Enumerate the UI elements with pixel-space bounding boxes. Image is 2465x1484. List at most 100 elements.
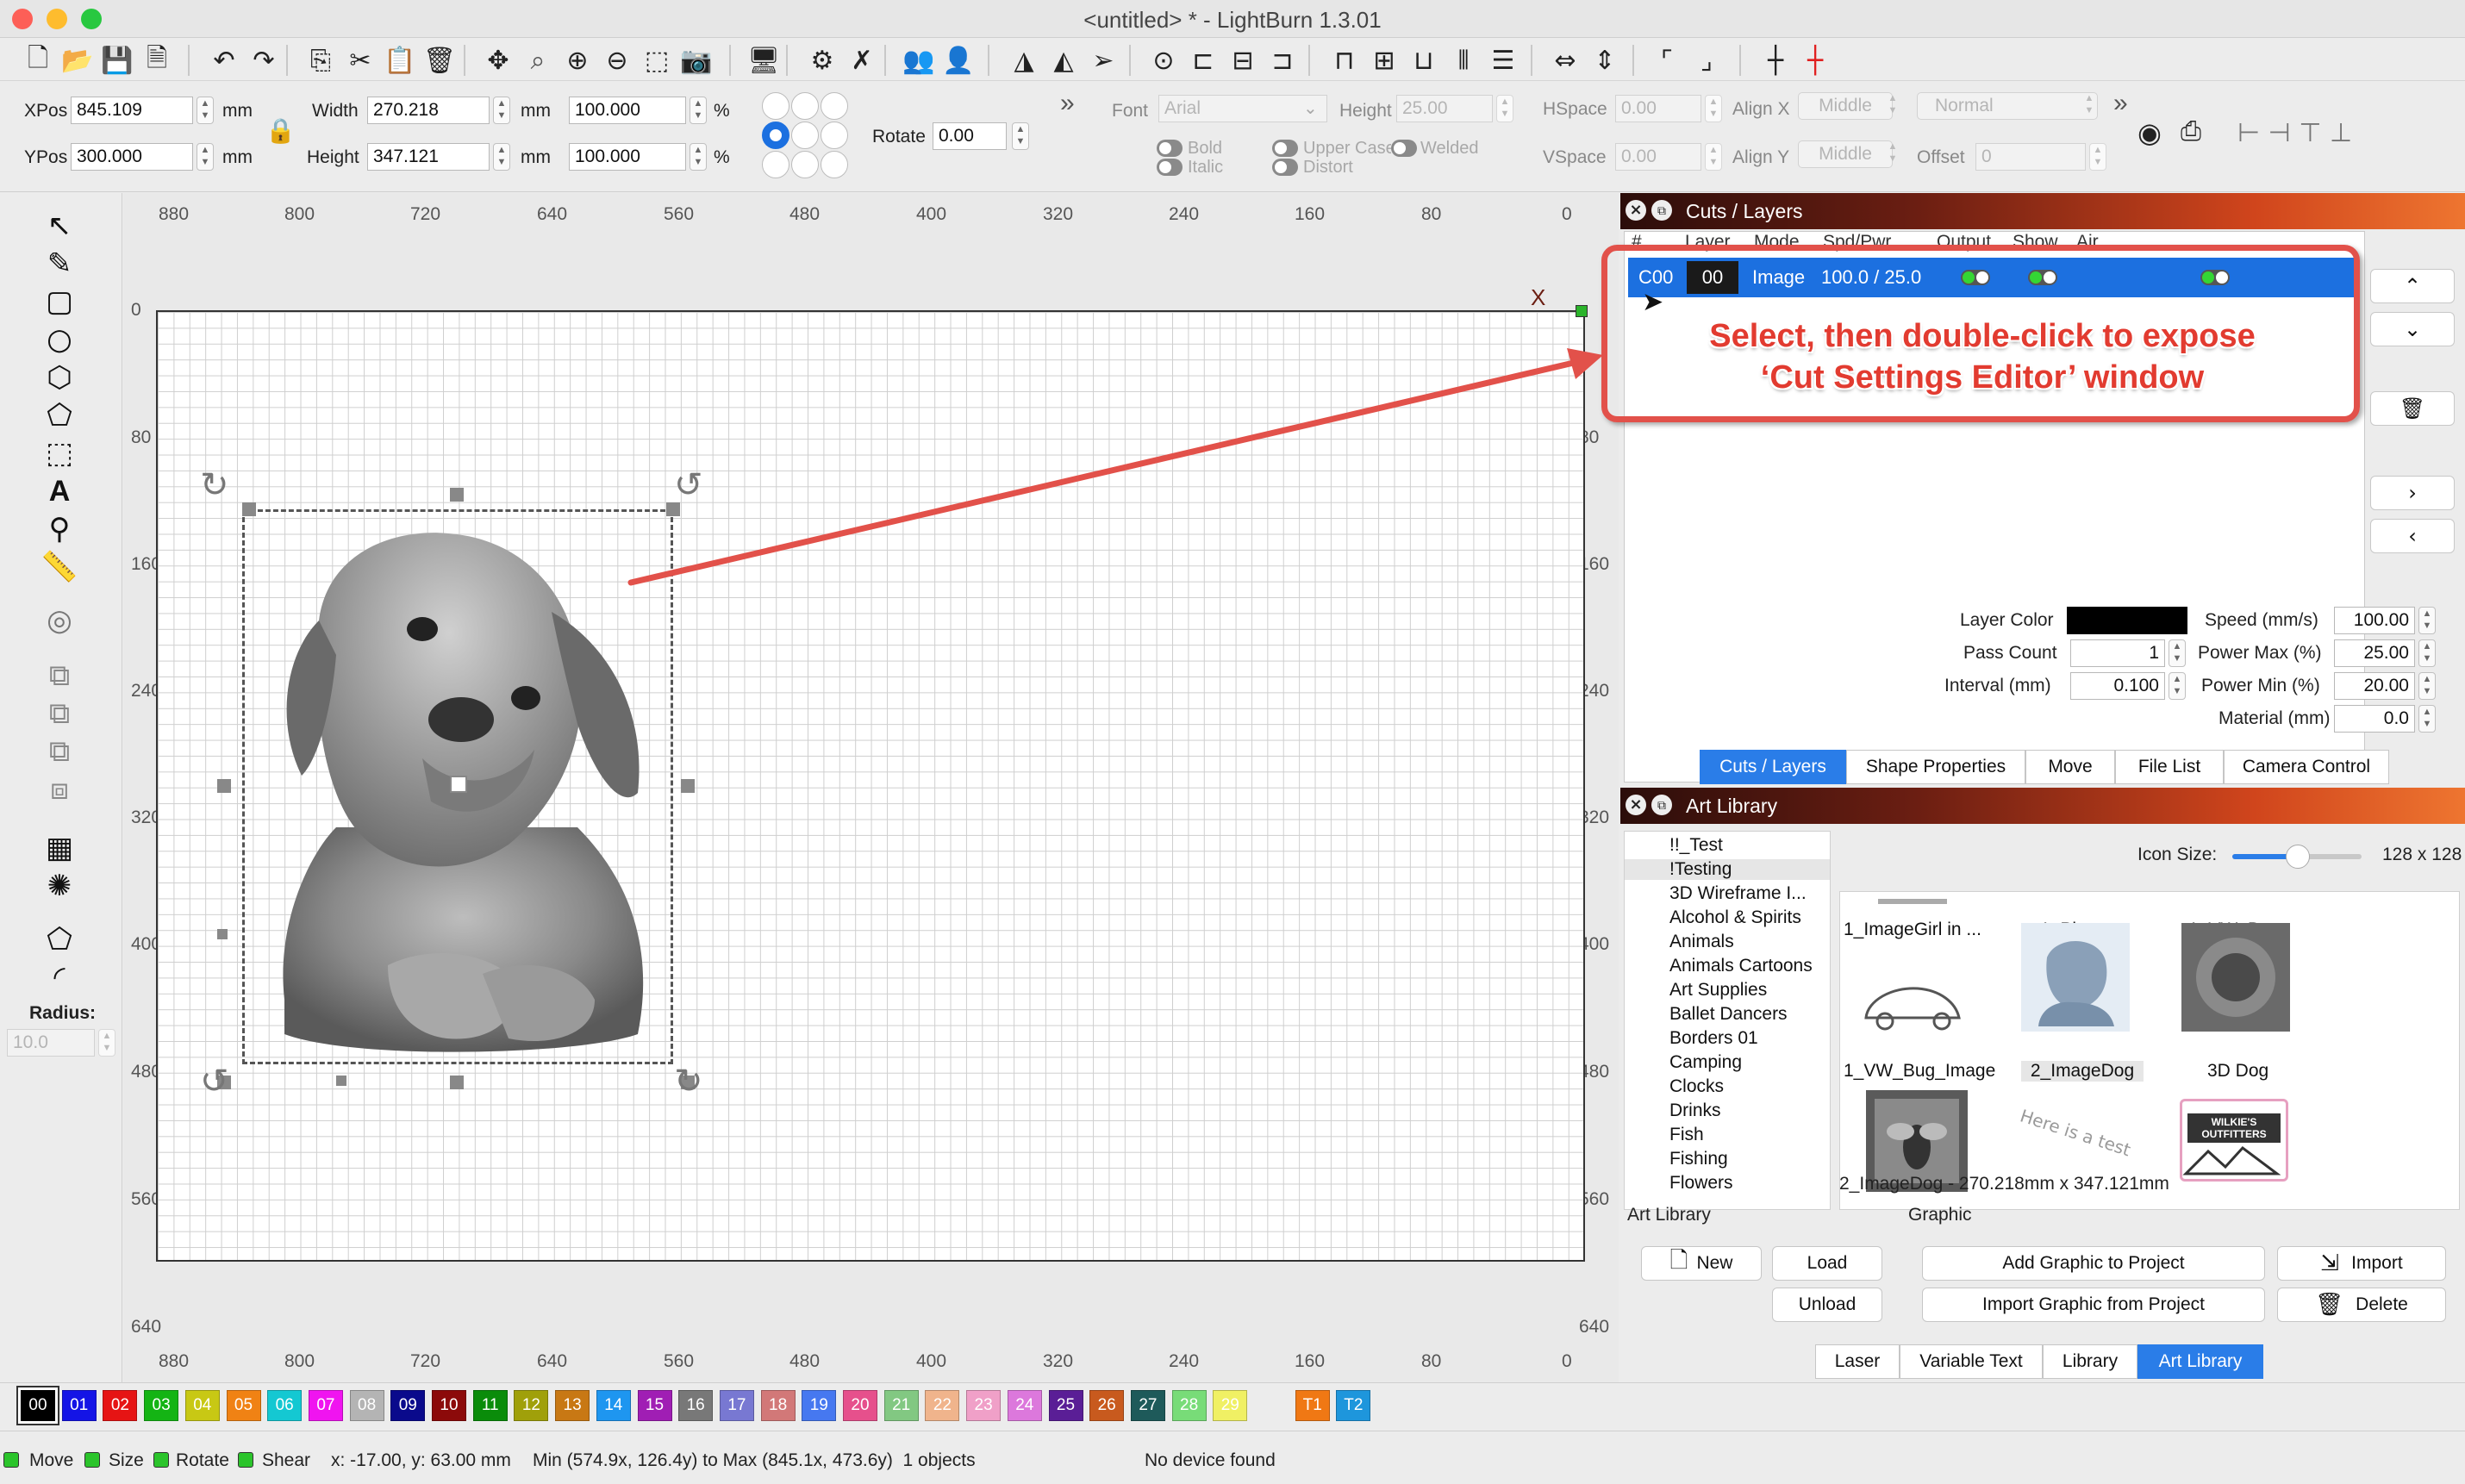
users-icon[interactable]: 👥: [902, 43, 936, 78]
italic-toggle[interactable]: [1157, 159, 1183, 176]
delete-graphic-button[interactable]: 🗑 Delete: [2277, 1288, 2446, 1322]
collapse-layer-button[interactable]: ‹: [2370, 519, 2455, 553]
radius-stepper[interactable]: ▲ ▼: [98, 1029, 115, 1057]
width-stepper[interactable]: ▲ ▼: [493, 97, 510, 124]
add-graphic-button[interactable]: Add Graphic to Project: [1922, 1246, 2265, 1281]
material-stepper[interactable]: ▲ ▼: [2418, 705, 2436, 733]
align-left-icon[interactable]: ⊏: [1186, 43, 1220, 78]
offset-field[interactable]: 0: [1975, 143, 2086, 171]
boolean-union-icon[interactable]: ⧉: [40, 696, 79, 731]
zoom-in-icon[interactable]: ⊕: [560, 43, 595, 78]
center-icon[interactable]: ⊙: [1146, 43, 1181, 78]
palette-swatch-09[interactable]: 09: [390, 1390, 426, 1421]
move-toggle[interactable]: [3, 1452, 19, 1468]
lock-aspect-icon[interactable]: 🔒: [265, 116, 296, 149]
tab-file-list[interactable]: File List: [2115, 750, 2224, 784]
palette-swatch-25[interactable]: 25: [1048, 1390, 1083, 1421]
height-stepper[interactable]: ▲ ▼: [493, 143, 510, 171]
pass-count-stepper[interactable]: ▲ ▼: [2169, 639, 2186, 667]
scale-y-stepper[interactable]: ▲ ▼: [690, 143, 707, 171]
tab-shape-properties[interactable]: Shape Properties: [1846, 750, 2025, 784]
palette-swatch-05[interactable]: 05: [226, 1390, 261, 1421]
palette-swatch-14[interactable]: 14: [596, 1390, 631, 1421]
move-layer-up-button[interactable]: ⌃: [2370, 269, 2455, 303]
font-select[interactable]: Arial: [1158, 95, 1327, 122]
ellipse-tool-icon[interactable]: ○: [40, 322, 79, 357]
distribute-v-icon[interactable]: ☰: [1486, 43, 1520, 78]
align-right-icon[interactable]: ⊐: [1265, 43, 1300, 78]
float-panel-icon[interactable]: ⧉: [1651, 200, 1672, 221]
offset-stepper[interactable]: ▲ ▼: [2089, 143, 2106, 171]
expand-chevron-icon[interactable]: »: [1060, 89, 1075, 118]
handle-right[interactable]: [681, 779, 695, 793]
category-item[interactable]: Animals: [1669, 932, 1734, 952]
expand-layer-button[interactable]: ›: [2370, 476, 2455, 510]
palette-swatch-02[interactable]: 02: [103, 1390, 138, 1421]
category-item[interactable]: Alcohol & Spirits: [1669, 907, 1801, 928]
palette-swatch-06[interactable]: 06: [267, 1390, 303, 1421]
send-icon[interactable]: ➢: [1086, 43, 1120, 78]
category-item[interactable]: Ballet Dancers: [1669, 1004, 1788, 1025]
welded-toggle[interactable]: [1391, 140, 1417, 157]
palette-swatch-27[interactable]: 27: [1130, 1390, 1165, 1421]
palette-swatch-T2[interactable]: T2: [1336, 1390, 1371, 1421]
palette-swatch-22[interactable]: 22: [925, 1390, 960, 1421]
radius-field[interactable]: 10.0: [7, 1029, 95, 1057]
offset-shapes-icon[interactable]: ◎: [40, 603, 79, 638]
palette-swatch-08[interactable]: 08: [349, 1390, 384, 1421]
scale-x-field[interactable]: 100.000: [569, 97, 686, 124]
position-laser-icon[interactable]: ⚲: [40, 512, 79, 546]
tab-camera-control[interactable]: Camera Control: [2224, 750, 2389, 784]
power-max-stepper[interactable]: ▲ ▼: [2418, 639, 2436, 667]
vw-bug-3d-thumb[interactable]: [2181, 923, 2290, 1032]
height-field[interactable]: 347.121: [367, 143, 490, 171]
corner-br-icon[interactable]: ⌟: [1689, 43, 1724, 78]
handle-left-lower[interactable]: [217, 929, 228, 939]
rotate-toggle[interactable]: [153, 1452, 169, 1468]
graphic-label-1[interactable]: 1_ImageGirl in ...: [1844, 920, 1981, 940]
hspace-field[interactable]: 0.00: [1615, 95, 1701, 122]
palette-swatch-07[interactable]: 07: [308, 1390, 343, 1421]
move-icon[interactable]: ✥: [481, 43, 515, 78]
tab-library[interactable]: Library: [2043, 1344, 2137, 1379]
radius-tool-icon[interactable]: ◜: [40, 960, 79, 995]
align-x-select[interactable]: Middle: [1798, 92, 1893, 120]
palette-swatch-00[interactable]: 00: [18, 1387, 58, 1424]
origin-middle-right[interactable]: [821, 122, 848, 149]
handle-bottom-left[interactable]: [336, 1076, 346, 1086]
corner-tool-icon[interactable]: ⬠: [40, 922, 79, 957]
tools-icon[interactable]: ✗: [845, 43, 879, 78]
redo-icon[interactable]: ↷: [246, 43, 281, 78]
category-item[interactable]: !!_Test: [1669, 835, 1723, 856]
monitor-icon[interactable]: 🖥: [746, 43, 781, 78]
handle-left[interactable]: [217, 779, 231, 793]
text-mode-select[interactable]: Normal: [1917, 92, 2098, 120]
rotate-handle-tl-icon[interactable]: ↻: [200, 465, 229, 505]
xpos-stepper[interactable]: ▲ ▼: [197, 97, 214, 124]
category-item[interactable]: Art Supplies: [1669, 980, 1767, 1001]
delete-icon[interactable]: 🗑: [422, 43, 457, 78]
handle-bottom[interactable]: [450, 1076, 464, 1089]
hspace-stepper[interactable]: ▲ ▼: [1705, 95, 1722, 122]
speed-field[interactable]: 100.00: [2334, 607, 2415, 634]
pass-count-field[interactable]: 1: [2070, 639, 2165, 667]
curved-text-thumb[interactable]: Here is a test: [2018, 1105, 2147, 1164]
category-item[interactable]: Clocks: [1669, 1076, 1724, 1097]
polygon-tool-icon[interactable]: ⬡: [40, 360, 79, 395]
align-y-select[interactable]: Middle: [1798, 140, 1893, 168]
zoom-out-icon[interactable]: ⊖: [600, 43, 634, 78]
origin-top-left[interactable]: [762, 92, 789, 120]
cut-icon[interactable]: ✂: [343, 43, 378, 78]
spacing-h-icon[interactable]: ⇔: [1548, 43, 1582, 78]
power-min-field[interactable]: 20.00: [2334, 672, 2415, 700]
power-max-field[interactable]: 25.00: [2334, 639, 2415, 667]
trace-icon[interactable]: ◮: [1007, 43, 1041, 78]
palette-swatch-20[interactable]: 20: [843, 1390, 877, 1421]
ypos-stepper[interactable]: ▲ ▼: [197, 143, 214, 171]
palette-swatch-01[interactable]: 01: [61, 1390, 97, 1421]
new-file-icon[interactable]: 🗋: [21, 43, 55, 78]
user-icon[interactable]: 👤: [941, 43, 976, 78]
palette-swatch-15[interactable]: 15: [637, 1390, 672, 1421]
select-tool-icon[interactable]: ↖: [40, 209, 79, 243]
camera-icon[interactable]: 📷: [679, 43, 714, 78]
